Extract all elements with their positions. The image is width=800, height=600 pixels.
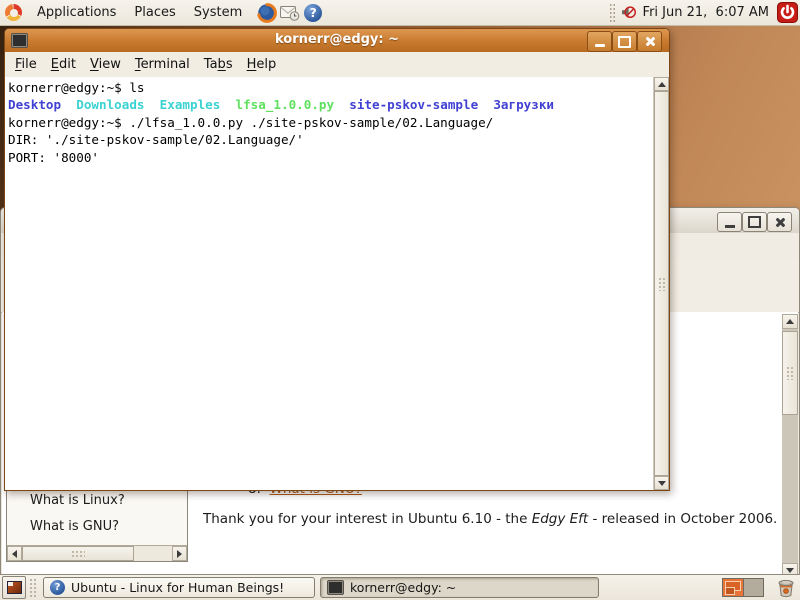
panel-clock[interactable]: Fri Jun 21, 6:07 AM: [643, 5, 769, 20]
show-desktop-button[interactable]: [2, 576, 26, 599]
panel-launchers: ?: [257, 3, 323, 23]
toc-item-what-is-linux[interactable]: What is Linux?: [30, 493, 125, 508]
terminal-menu-file[interactable]: File: [8, 54, 44, 75]
show-desktop-icon: [7, 581, 22, 594]
quit-power-button[interactable]: [777, 2, 798, 23]
task-label: kornerr@edgy: ~: [350, 580, 456, 595]
firefox-launcher-icon[interactable]: [257, 3, 277, 23]
volume-muted-icon[interactable]: [619, 3, 639, 23]
terminal-menu-view[interactable]: View: [83, 54, 128, 75]
terminal-close-button[interactable]: [637, 31, 662, 52]
ubuntu-logo-icon: [5, 4, 22, 21]
workspace-switcher: [722, 578, 764, 597]
terminal-scroll-down-button[interactable]: [654, 476, 669, 490]
terminal-maximize-button[interactable]: [612, 31, 637, 52]
menu-system[interactable]: System: [185, 2, 251, 23]
toc-item-what-is-gnu[interactable]: What is GNU?: [30, 519, 119, 534]
browser-vertical-scrollbar[interactable]: [782, 314, 798, 578]
terminal-output-area[interactable]: kornerr@edgy:~$ lsDesktop Downloads Exam…: [5, 77, 669, 490]
scroll-left-button[interactable]: [7, 546, 22, 561]
intro-paragraph: Thank you for your interest in Ubuntu 6.…: [203, 510, 777, 529]
applet-drag-handle[interactable]: [609, 3, 616, 22]
browser-maximize-button[interactable]: [742, 212, 767, 232]
terminal-menu-tabs[interactable]: Tabs: [197, 54, 240, 75]
help-favicon-icon: ?: [50, 580, 65, 595]
menu-applications[interactable]: Applications: [28, 2, 125, 23]
task-label: Ubuntu - Linux for Human Beings!: [71, 580, 284, 595]
top-panel: Applications Places System ?: [0, 0, 800, 26]
scroll-right-button[interactable]: [172, 546, 187, 561]
help-launcher-icon[interactable]: ?: [303, 3, 323, 23]
horizontal-scroll-thumb[interactable]: [22, 546, 134, 561]
trash-icon[interactable]: [776, 578, 796, 598]
terminal-window: kornerr@edgy: ~ File Edit View Terminal …: [4, 28, 670, 491]
workspace-1[interactable]: [723, 579, 743, 596]
terminal-scrollbar[interactable]: [653, 77, 669, 490]
terminal-text: kornerr@edgy:~$ lsDesktop Downloads Exam…: [8, 79, 651, 166]
scroll-up-button[interactable]: [782, 314, 798, 329]
mail-clock-launcher-icon[interactable]: [280, 3, 300, 23]
terminal-menubar: File Edit View Terminal Tabs Help: [5, 52, 669, 78]
terminal-scroll-up-button[interactable]: [654, 77, 669, 91]
terminal-menu-terminal[interactable]: Terminal: [128, 54, 197, 75]
workspace-2[interactable]: [743, 579, 763, 596]
terminal-minimize-button[interactable]: [587, 31, 612, 52]
task-button-firefox[interactable]: ? Ubuntu - Linux for Human Beings!: [43, 577, 315, 598]
tasklist-drag-handle[interactable]: [29, 578, 37, 597]
terminal-menu-help[interactable]: Help: [240, 54, 284, 75]
terminal-title: kornerr@edgy: ~: [5, 32, 669, 47]
listbox-horizontal-scrollbar[interactable]: [7, 545, 187, 561]
terminal-icon: [327, 580, 344, 595]
bottom-taskbar: ? Ubuntu - Linux for Human Beings! korne…: [0, 574, 800, 600]
menu-places[interactable]: Places: [125, 2, 184, 23]
vertical-scroll-thumb[interactable]: [782, 331, 798, 415]
terminal-scroll-thumb[interactable]: [654, 91, 669, 476]
browser-minimize-button[interactable]: [717, 212, 742, 232]
task-button-terminal[interactable]: kornerr@edgy: ~: [320, 577, 599, 598]
browser-close-button[interactable]: [767, 212, 792, 232]
terminal-titlebar[interactable]: kornerr@edgy: ~: [5, 29, 669, 53]
desktop: Applications Places System ?: [0, 0, 800, 600]
terminal-menu-edit[interactable]: Edit: [44, 54, 83, 75]
